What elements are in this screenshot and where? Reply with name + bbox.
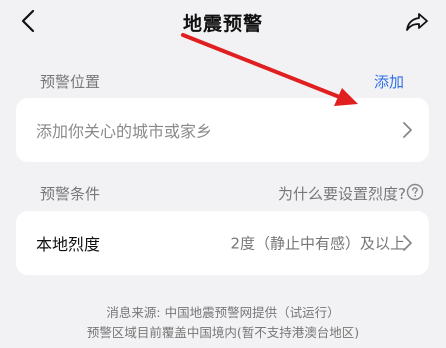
navigation-bar: 地震预警 [0,0,446,44]
local-intensity-row[interactable]: 本地烈度 2度（静止中有感）及以上 [16,211,429,275]
question-circle-icon[interactable] [406,183,424,201]
add-location-link[interactable]: 添加 [374,71,404,92]
add-city-row[interactable]: 添加你关心的城市或家乡 [16,98,429,162]
annotation-arrow-icon [181,33,358,106]
intensity-help-link[interactable]: 为什么要设置烈度? [278,183,406,204]
chevron-right-icon [403,235,412,251]
share-button[interactable] [402,8,432,36]
local-intensity-value: 2度（静止中有感）及以上 [230,234,405,253]
share-icon [406,13,428,31]
add-city-placeholder: 添加你关心的城市或家乡 [36,122,213,141]
page-title: 地震预警 [182,13,263,35]
location-section-label: 预警位置 [40,73,101,91]
footer-source-text: 消息来源: 中国地震预警网提供（试运行） [106,305,340,320]
chevron-right-icon [403,122,412,138]
condition-section-label: 预警条件 [40,185,101,203]
local-intensity-label: 本地烈度 [36,235,101,254]
footer-coverage-text: 预警区域目前覆盖中国境内(暂不支持港澳台地区) [86,325,360,340]
